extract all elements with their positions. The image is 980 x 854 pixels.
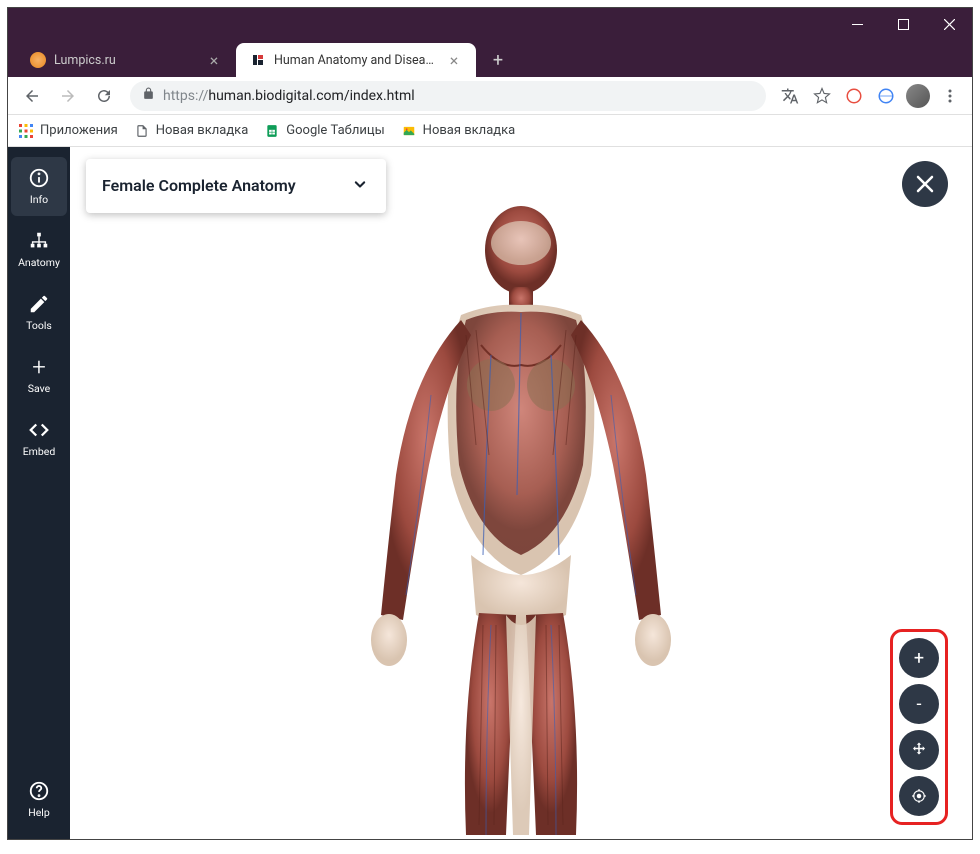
lock-icon <box>142 87 155 104</box>
back-button[interactable] <box>16 80 48 112</box>
pencil-icon <box>28 293 50 315</box>
anatomy-dropdown[interactable]: Female Complete Anatomy <box>86 159 386 213</box>
sidebar-item-save[interactable]: + Save <box>11 346 67 405</box>
browser-window: Lumpics.ru × Human Anatomy and Disease i… <box>7 7 973 840</box>
viewer-canvas[interactable]: Female Complete Anatomy + - <box>70 147 972 839</box>
window-close-button[interactable] <box>926 8 972 41</box>
favicon-icon <box>30 52 46 68</box>
dropdown-title: Female Complete Anatomy <box>102 176 350 195</box>
sidebar-label: Tools <box>26 319 52 332</box>
app-sidebar: Info Anatomy Tools + Save <box>8 147 70 839</box>
close-panel-button[interactable] <box>902 161 948 207</box>
bookmark-label: Приложения <box>40 123 118 138</box>
reload-button[interactable] <box>88 80 120 112</box>
window-maximize-button[interactable] <box>880 8 926 41</box>
recenter-button[interactable] <box>899 776 939 816</box>
bookmark-item[interactable]: Google Таблицы <box>264 123 384 139</box>
bookmark-item[interactable]: Новая вкладка <box>401 123 516 139</box>
url-text: https://human.biodigital.com/index.html <box>163 88 415 104</box>
window-minimize-button[interactable] <box>834 8 880 41</box>
page-content: Info Anatomy Tools + Save <box>8 147 972 839</box>
bookmark-label: Google Таблицы <box>286 123 384 138</box>
bookmark-item[interactable]: Новая вкладка <box>134 123 249 139</box>
extension-icon[interactable] <box>840 82 868 110</box>
chevron-down-icon <box>350 174 370 199</box>
menu-icon[interactable] <box>936 82 964 110</box>
tab-strip: Lumpics.ru × Human Anatomy and Disease i… <box>8 41 972 77</box>
code-icon <box>28 419 50 441</box>
pan-button[interactable] <box>899 730 939 770</box>
new-tab-button[interactable]: + <box>484 46 512 74</box>
move-icon <box>910 741 928 759</box>
bookmarks-bar: Приложения Новая вкладка Google Таблицы … <box>8 115 972 147</box>
sidebar-label: Anatomy <box>18 256 60 269</box>
sidebar-label: Embed <box>23 445 56 458</box>
sidebar-label: Save <box>28 382 50 395</box>
tab-title: Human Anatomy and Disease in <box>274 53 438 68</box>
info-icon <box>28 167 50 189</box>
target-icon <box>910 787 928 805</box>
bookmark-label: Новая вкладка <box>423 123 516 138</box>
image-icon <box>401 123 417 139</box>
sidebar-item-help[interactable]: Help <box>11 770 67 829</box>
extension-icon[interactable] <box>872 82 900 110</box>
help-icon <box>28 780 50 802</box>
plus-icon: + <box>914 648 924 669</box>
tab-close-icon[interactable]: × <box>446 51 462 70</box>
browser-tab[interactable]: Human Anatomy and Disease in × <box>236 43 476 77</box>
sidebar-label: Help <box>28 806 50 819</box>
address-bar: https://human.biodigital.com/index.html <box>8 77 972 115</box>
page-icon <box>134 123 150 139</box>
zoom-out-button[interactable]: - <box>899 684 939 724</box>
sidebar-item-tools[interactable]: Tools <box>11 283 67 342</box>
favicon-icon <box>250 52 266 68</box>
hierarchy-icon <box>28 230 50 252</box>
tab-title: Lumpics.ru <box>54 53 198 68</box>
plus-icon: + <box>28 356 50 378</box>
translate-icon[interactable] <box>776 82 804 110</box>
sidebar-item-info[interactable]: Info <box>11 157 67 216</box>
apps-button[interactable]: Приложения <box>18 123 118 139</box>
apps-grid-icon <box>18 123 34 139</box>
window-titlebar <box>8 8 972 41</box>
profile-avatar[interactable] <box>904 82 932 110</box>
url-input[interactable]: https://human.biodigital.com/index.html <box>130 81 766 111</box>
sidebar-item-embed[interactable]: Embed <box>11 409 67 468</box>
bookmark-label: Новая вкладка <box>156 123 249 138</box>
browser-tab[interactable]: Lumpics.ru × <box>16 43 236 77</box>
sidebar-item-anatomy[interactable]: Anatomy <box>11 220 67 279</box>
anatomy-model[interactable] <box>311 195 731 835</box>
sheets-icon <box>264 123 280 139</box>
zoom-in-button[interactable]: + <box>899 638 939 678</box>
star-icon[interactable] <box>808 82 836 110</box>
tab-close-icon[interactable]: × <box>206 51 222 70</box>
forward-button[interactable] <box>52 80 84 112</box>
minus-icon: - <box>917 694 922 715</box>
sidebar-label: Info <box>30 193 48 206</box>
zoom-controls-highlight: + - <box>890 629 948 825</box>
